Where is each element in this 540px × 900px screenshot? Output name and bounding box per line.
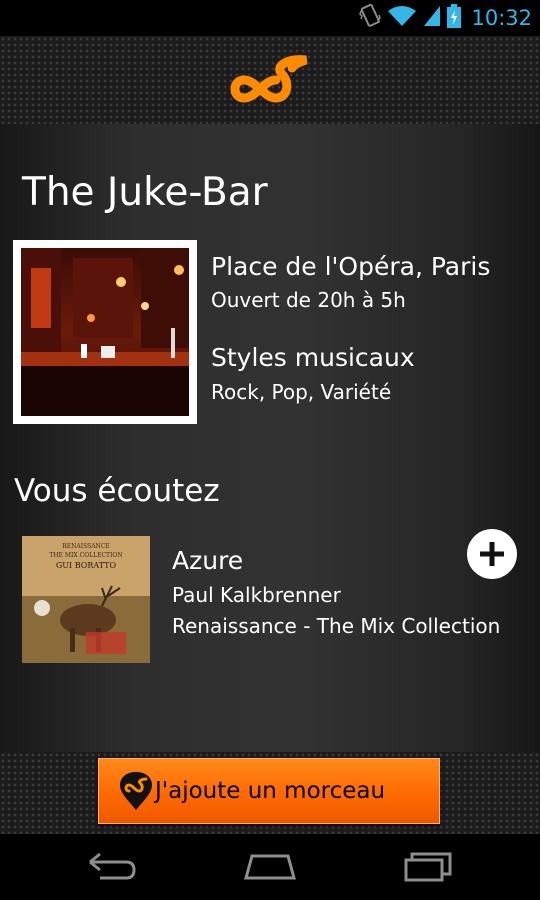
cover-text-brand: RENAISSANCE: [62, 543, 110, 550]
wifi-icon: [387, 5, 417, 31]
navigation-bar: [0, 834, 540, 900]
music-styles-value: Rock, Pop, Variété: [211, 380, 392, 404]
venue-photo[interactable]: [13, 240, 197, 424]
home-icon[interactable]: [242, 848, 298, 888]
venue-name: The Juke-Bar: [22, 170, 268, 215]
plus-icon: [480, 542, 504, 566]
track-title: Azure: [172, 546, 244, 575]
now-playing-heading: Vous écoutez: [14, 473, 220, 509]
add-track-button[interactable]: [467, 529, 517, 579]
track-artist: Paul Kalkbrenner: [172, 583, 341, 607]
battery-charging-icon: [447, 4, 462, 32]
venue-hours: Ouvert de 20h à 5h: [211, 288, 406, 312]
status-bar: 10:32: [0, 0, 540, 36]
track-album: Renaissance - The Mix Collection: [172, 614, 501, 638]
bar-interior-image: [21, 248, 189, 416]
add-song-button[interactable]: J'ajoute un morceau: [98, 758, 440, 824]
music-styles-heading: Styles musicaux: [211, 343, 415, 372]
clock: 10:32: [471, 6, 532, 30]
signal-icon: [423, 5, 441, 31]
status-icons: 10:32: [359, 3, 532, 33]
venue-location: Place de l'Opéra, Paris: [211, 252, 491, 281]
juke-pin-icon: [120, 772, 152, 810]
album-cover: RENAISSANCE THE MIX COLLECTION GUI BORAT…: [22, 536, 150, 663]
vibrate-icon: [359, 3, 382, 33]
juke-logo-icon: [230, 52, 322, 116]
back-icon[interactable]: [86, 848, 138, 888]
add-song-label: J'ajoute un morceau: [155, 778, 386, 804]
recent-apps-icon[interactable]: [402, 848, 456, 888]
cover-text-collection: THE MIX COLLECTION: [49, 552, 122, 559]
cover-text-artist: GUI BORATTO: [56, 561, 117, 570]
